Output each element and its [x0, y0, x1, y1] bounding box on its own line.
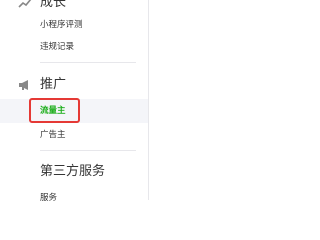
sidebar-item-advertiser[interactable]: 广告主: [0, 123, 148, 147]
group-title-growth: 成长: [40, 0, 67, 10]
sidebar-item-label: 服务: [40, 193, 58, 203]
group-title-promotion: 推广: [40, 77, 67, 92]
group-title-third-party-services: 第三方服务: [40, 164, 106, 179]
sidebar-item-label: 广告主: [40, 130, 66, 140]
divider: [40, 150, 136, 151]
sidebar-nav: 成长 小程序评测 违规记录 推广 流量主 广告主 第三方服务 服务: [0, 0, 149, 203]
sidebar-item-mini-program-review[interactable]: 小程序评测: [0, 13, 148, 37]
sidebar-item-services[interactable]: 服务: [0, 186, 148, 210]
divider: [40, 62, 136, 63]
main-content: [149, 0, 300, 200]
sidebar-item-label: 小程序评测: [40, 20, 83, 30]
megaphone-icon: [18, 76, 32, 95]
sidebar-item-violation-records[interactable]: 违规记录: [0, 35, 148, 59]
growth-icon: [18, 0, 32, 13]
sidebar-item-label: 违规记录: [40, 42, 75, 52]
highlight-box: [29, 98, 80, 123]
